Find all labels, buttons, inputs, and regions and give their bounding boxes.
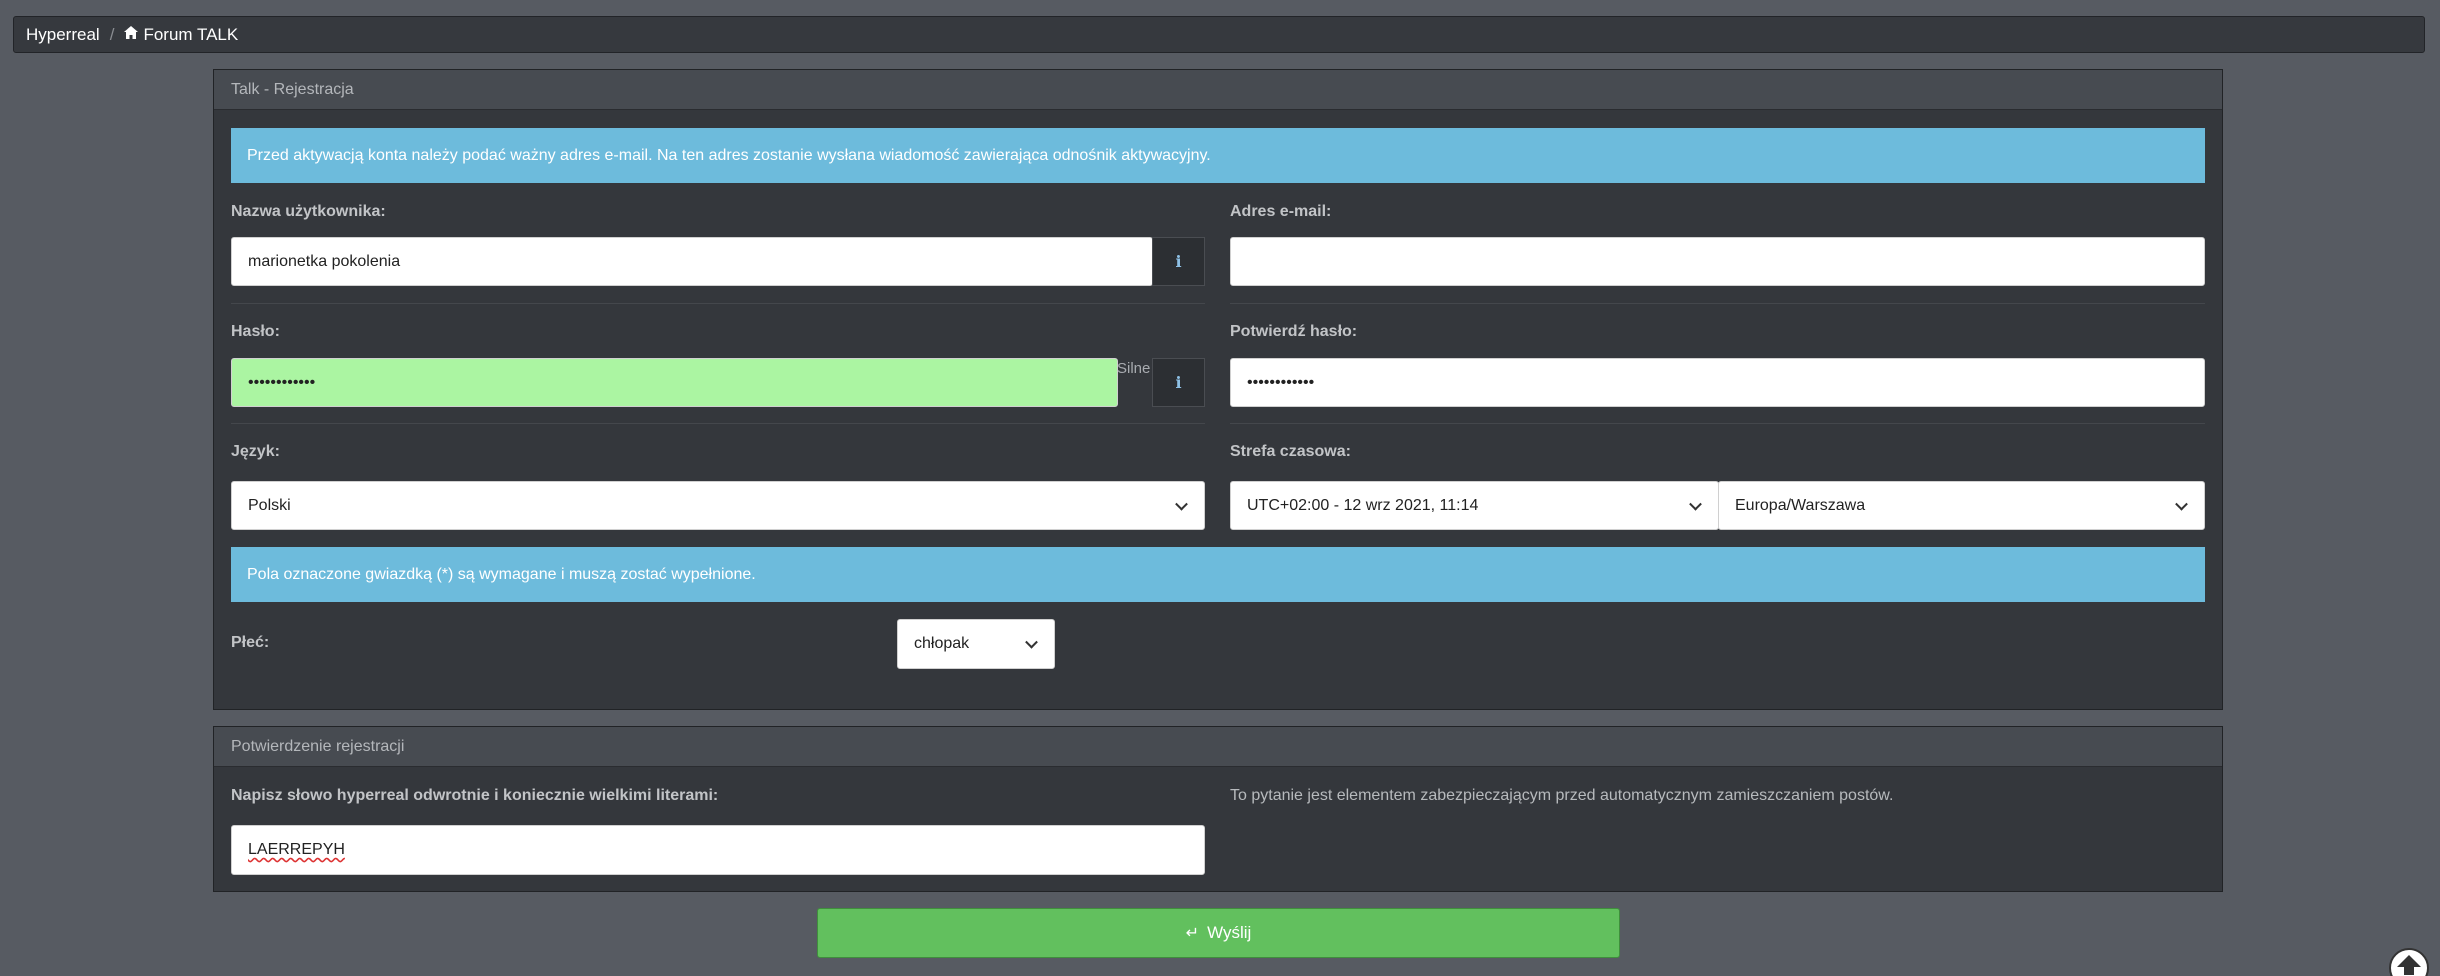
- divider: [1230, 303, 2205, 304]
- password-info-icon[interactable]: i: [1152, 358, 1205, 407]
- password-label: Hasło:: [231, 323, 280, 340]
- captcha-answer-value: LAERREPYH: [248, 841, 345, 858]
- email-input[interactable]: [1230, 237, 2205, 286]
- captcha-question-label: Napisz słowo hyperreal odwrotnie i konie…: [231, 787, 719, 804]
- divider: [231, 423, 1205, 424]
- timezone-label: Strefa czasowa:: [1230, 443, 1351, 460]
- divider: [1230, 423, 2205, 424]
- registration-panel-title: Talk - Rejestracja: [214, 70, 2222, 110]
- timezone-zone-select[interactable]: Europa/Warszawa: [1718, 481, 2205, 530]
- password-strength-text: Silne: [1117, 360, 1151, 377]
- activation-info-alert: Przed aktywacją konta należy podać ważny…: [231, 128, 2205, 183]
- timezone-offset-select[interactable]: UTC+02:00 - 12 wrz 2021, 11:14: [1230, 481, 1719, 530]
- email-label: Adres e-mail:: [1230, 203, 1332, 220]
- language-selected-value: Polski: [248, 496, 291, 514]
- required-fields-alert: Pola oznaczone gwiazdką (*) są wymagane …: [231, 547, 2205, 602]
- captcha-answer-input[interactable]: LAERREPYH: [231, 825, 1205, 875]
- breadcrumb-current-link[interactable]: Forum TALK: [143, 25, 238, 45]
- username-label: Nazwa użytkownika:: [231, 203, 386, 220]
- password-input[interactable]: ••••••••••••: [231, 358, 1118, 407]
- username-input[interactable]: marionetka pokolenia: [231, 237, 1153, 286]
- captcha-explanation: To pytanie jest elementem zabezpieczając…: [1230, 787, 1894, 804]
- breadcrumb-root-link[interactable]: Hyperreal: [26, 25, 100, 45]
- enter-icon: ↵: [1185, 925, 1200, 942]
- language-label: Język:: [231, 443, 280, 460]
- gender-select[interactable]: chłopak: [897, 619, 1055, 669]
- language-select[interactable]: Polski: [231, 481, 1205, 530]
- chevron-down-icon: [1689, 497, 1702, 511]
- chevron-down-icon: [2175, 497, 2188, 511]
- gender-selected-value: chłopak: [914, 635, 970, 652]
- username-info-icon[interactable]: i: [1152, 237, 1205, 286]
- submit-button-label: Wyślij: [1207, 923, 1252, 942]
- timezone-zone-value: Europa/Warszawa: [1735, 496, 1866, 514]
- home-icon: [124, 26, 139, 43]
- gender-label: Płeć:: [231, 634, 270, 651]
- chevron-down-icon: [1025, 635, 1038, 649]
- breadcrumb: Hyperreal / Forum TALK: [13, 16, 2425, 53]
- divider: [231, 303, 1205, 304]
- arrow-up-circle-icon[interactable]: [2389, 948, 2429, 976]
- password-confirm-input[interactable]: ••••••••••••: [1230, 358, 2205, 407]
- breadcrumb-separator: /: [109, 24, 115, 44]
- confirmation-panel-title: Potwierdzenie rejestracji: [214, 727, 2222, 767]
- chevron-down-icon: [1175, 497, 1188, 511]
- submit-button[interactable]: ↵ Wyślij: [817, 908, 1620, 958]
- timezone-offset-value: UTC+02:00 - 12 wrz 2021, 11:14: [1247, 496, 1479, 514]
- password-confirm-label: Potwierdź hasło:: [1230, 323, 1358, 340]
